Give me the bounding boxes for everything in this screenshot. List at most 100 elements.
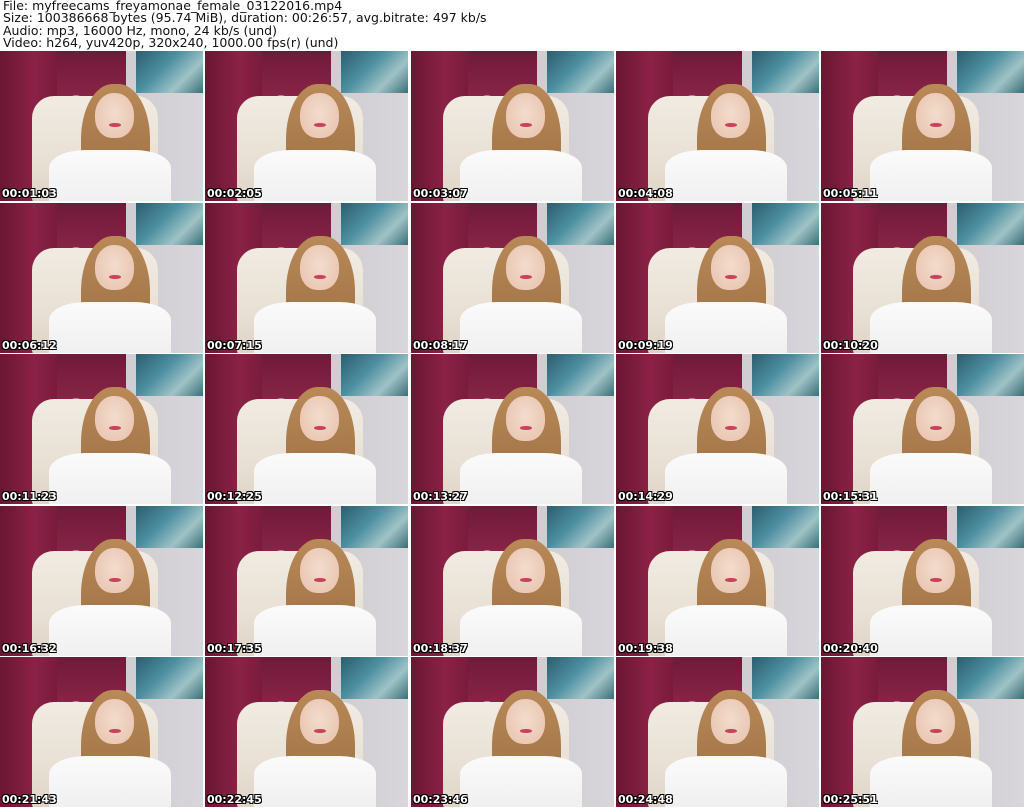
thumbnail-lips [929,426,942,430]
thumbnail-timestamp: 00:10:20 [823,339,878,352]
thumbnail-shirt [253,453,376,504]
video-thumbnail: 00:24:48 [616,657,819,807]
thumbnail-timestamp: 00:19:38 [618,642,673,655]
thumbnail-timestamp: 00:17:35 [207,642,262,655]
thumbnail-timestamp: 00:04:08 [618,187,673,200]
video-thumbnail: 00:05:11 [821,51,1024,201]
thumbnail-picture [136,203,203,245]
thumbnail-timestamp: 00:16:32 [2,642,57,655]
thumbnail-picture [547,203,614,245]
thumbnail-shirt [869,150,992,201]
thumbnail-timestamp: 00:24:48 [618,793,673,806]
video-thumbnail: 00:21:43 [0,657,203,807]
thumbnail-face [300,699,339,744]
thumbnail-face [711,245,750,290]
thumbnail-timestamp: 00:08:17 [413,339,468,352]
thumbnail-shirt [664,150,787,201]
thumbnail-lips [313,275,326,279]
video-thumbnail: 00:02:05 [205,51,408,201]
thumbnail-face [916,93,955,138]
thumbnail-face [916,548,955,593]
thumbnail-picture [136,354,203,396]
thumbnail-timestamp: 00:20:40 [823,642,878,655]
thumbnail-picture [547,51,614,93]
thumbnail-face [506,699,545,744]
thumbnail-face [95,396,134,441]
thumbnail-shirt [869,453,992,504]
thumbnail-lips [313,729,326,733]
thumbnail-shirt [253,150,376,201]
thumbnail-face [711,396,750,441]
thumbnail-face [95,245,134,290]
thumbnail-shirt [664,605,787,656]
thumbnail-picture [341,506,408,548]
thumbnail-lips [724,275,737,279]
thumbnail-timestamp: 00:07:15 [207,339,262,352]
thumbnail-face [300,396,339,441]
thumbnail-lips [929,123,942,127]
thumbnail-lips [313,578,326,582]
thumbnail-face [300,245,339,290]
thumbnail-face [711,93,750,138]
thumbnail-picture [341,203,408,245]
thumbnail-timestamp: 00:06:12 [2,339,57,352]
thumbnail-face [300,548,339,593]
thumbnail-shirt [869,756,992,807]
thumbnail-timestamp: 00:23:46 [413,793,468,806]
video-thumbnail: 00:12:25 [205,354,408,504]
thumbnail-picture [547,354,614,396]
thumbnail-shirt [253,756,376,807]
thumbnail-picture [341,51,408,93]
thumbnail-lips [108,275,121,279]
video-thumbnail: 00:18:37 [411,506,614,656]
thumbnail-face [95,93,134,138]
thumbnail-lips [313,426,326,430]
thumbnail-face [95,699,134,744]
video-thumbnail: 00:20:40 [821,506,1024,656]
thumbnail-lips [724,729,737,733]
thumbnail-face [95,548,134,593]
thumbnail-timestamp: 00:05:11 [823,187,878,200]
thumbnail-shirt [48,453,171,504]
thumbnail-lips [108,123,121,127]
thumbnail-timestamp: 00:18:37 [413,642,468,655]
thumbnail-timestamp: 00:15:31 [823,490,878,503]
thumbnail-shirt [459,605,582,656]
video-thumbnail: 00:09:19 [616,203,819,353]
thumbnail-shirt [459,302,582,353]
thumbnail-timestamp: 00:21:43 [2,793,57,806]
thumbnail-picture [136,657,203,699]
thumbnail-face [300,93,339,138]
thumbnail-lips [724,123,737,127]
thumbnail-lips [724,578,737,582]
video-thumbnail: 00:01:03 [0,51,203,201]
thumbnail-lips [929,729,942,733]
thumbnail-timestamp: 00:11:23 [2,490,57,503]
thumbnail-lips [108,578,121,582]
video-thumbnail: 00:10:20 [821,203,1024,353]
thumbnail-timestamp: 00:13:27 [413,490,468,503]
thumbnail-picture [341,354,408,396]
video-thumbnail: 00:22:45 [205,657,408,807]
thumbnail-face [506,93,545,138]
video-thumbnail: 00:14:29 [616,354,819,504]
thumbnail-picture [547,657,614,699]
thumbnail-lips [929,578,942,582]
thumbnail-face [916,245,955,290]
thumbnail-picture [957,506,1024,548]
thumbnail-timestamp: 00:01:03 [2,187,57,200]
thumbnail-face [916,699,955,744]
video-thumbnail: 00:07:15 [205,203,408,353]
video-thumbnail: 00:13:27 [411,354,614,504]
thumbnail-face [506,396,545,441]
thumbnail-picture [136,51,203,93]
thumbnail-picture [752,657,819,699]
video-thumbnail: 00:04:08 [616,51,819,201]
video-thumbnail: 00:25:51 [821,657,1024,807]
video-thumbnail: 00:23:46 [411,657,614,807]
thumbnail-picture [957,51,1024,93]
thumbnail-picture [957,203,1024,245]
thumbnail-lips [519,275,532,279]
thumbnail-timestamp: 00:22:45 [207,793,262,806]
video-thumbnail: 00:16:32 [0,506,203,656]
